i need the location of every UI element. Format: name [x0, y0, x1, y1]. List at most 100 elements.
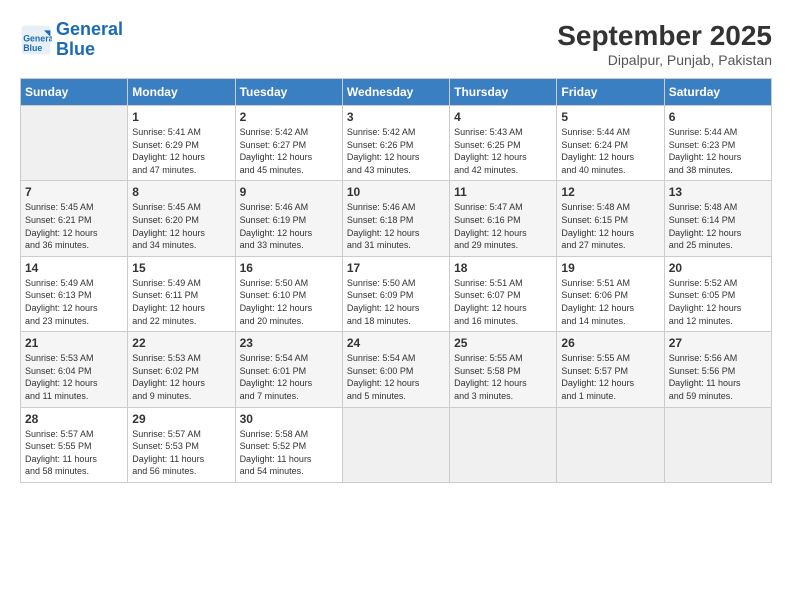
- calendar-cell: 25 Sunrise: 5:55 AM Sunset: 5:58 PM Dayli…: [450, 332, 557, 407]
- day-number: 10: [347, 185, 445, 199]
- calendar-cell: [664, 407, 771, 482]
- weekday-header: Thursday: [450, 79, 557, 106]
- day-number: 22: [132, 336, 230, 350]
- calendar-cell: 28 Sunrise: 5:57 AM Sunset: 5:55 PM Dayli…: [21, 407, 128, 482]
- calendar-week-row: 28 Sunrise: 5:57 AM Sunset: 5:55 PM Dayli…: [21, 407, 772, 482]
- calendar-cell: 15 Sunrise: 5:49 AM Sunset: 6:11 PM Dayli…: [128, 256, 235, 331]
- day-info: Sunrise: 5:46 AM Sunset: 6:18 PM Dayligh…: [347, 201, 445, 251]
- day-number: 23: [240, 336, 338, 350]
- calendar-cell: [450, 407, 557, 482]
- weekday-header: Wednesday: [342, 79, 449, 106]
- title-block: September 2025 Dipalpur, Punjab, Pakista…: [557, 20, 772, 68]
- calendar-cell: [557, 407, 664, 482]
- day-number: 11: [454, 185, 552, 199]
- calendar-header: SundayMondayTuesdayWednesdayThursdayFrid…: [21, 79, 772, 106]
- day-number: 7: [25, 185, 123, 199]
- day-number: 3: [347, 110, 445, 124]
- svg-text:Blue: Blue: [23, 43, 42, 53]
- day-number: 28: [25, 412, 123, 426]
- day-number: 27: [669, 336, 767, 350]
- day-info: Sunrise: 5:43 AM Sunset: 6:25 PM Dayligh…: [454, 126, 552, 176]
- day-info: Sunrise: 5:48 AM Sunset: 6:15 PM Dayligh…: [561, 201, 659, 251]
- calendar-table: SundayMondayTuesdayWednesdayThursdayFrid…: [20, 78, 772, 483]
- day-number: 4: [454, 110, 552, 124]
- day-number: 29: [132, 412, 230, 426]
- calendar-cell: 9 Sunrise: 5:46 AM Sunset: 6:19 PM Daylig…: [235, 181, 342, 256]
- weekday-header: Monday: [128, 79, 235, 106]
- calendar-cell: 20 Sunrise: 5:52 AM Sunset: 6:05 PM Dayli…: [664, 256, 771, 331]
- calendar-cell: [342, 407, 449, 482]
- day-number: 5: [561, 110, 659, 124]
- day-info: Sunrise: 5:49 AM Sunset: 6:11 PM Dayligh…: [132, 277, 230, 327]
- day-number: 9: [240, 185, 338, 199]
- day-info: Sunrise: 5:42 AM Sunset: 6:26 PM Dayligh…: [347, 126, 445, 176]
- day-number: 16: [240, 261, 338, 275]
- calendar-cell: 17 Sunrise: 5:50 AM Sunset: 6:09 PM Dayli…: [342, 256, 449, 331]
- calendar-cell: 21 Sunrise: 5:53 AM Sunset: 6:04 PM Dayli…: [21, 332, 128, 407]
- day-info: Sunrise: 5:51 AM Sunset: 6:06 PM Dayligh…: [561, 277, 659, 327]
- calendar-cell: 23 Sunrise: 5:54 AM Sunset: 6:01 PM Dayli…: [235, 332, 342, 407]
- day-number: 13: [669, 185, 767, 199]
- day-info: Sunrise: 5:58 AM Sunset: 5:52 PM Dayligh…: [240, 428, 338, 478]
- calendar-cell: 5 Sunrise: 5:44 AM Sunset: 6:24 PM Daylig…: [557, 106, 664, 181]
- calendar-cell: 8Sunrise: 5:45 AM Sunset: 6:20 PM Daylig…: [128, 181, 235, 256]
- day-info: Sunrise: 5:42 AM Sunset: 6:27 PM Dayligh…: [240, 126, 338, 176]
- day-info: Sunrise: 5:57 AM Sunset: 5:55 PM Dayligh…: [25, 428, 123, 478]
- weekday-header: Friday: [557, 79, 664, 106]
- day-number: 15: [132, 261, 230, 275]
- day-number: 12: [561, 185, 659, 199]
- logo-line1: General: [56, 19, 123, 39]
- weekday-header: Tuesday: [235, 79, 342, 106]
- day-number: 8: [132, 185, 230, 199]
- calendar-cell: 16Sunrise: 5:50 AM Sunset: 6:10 PM Dayli…: [235, 256, 342, 331]
- day-info: Sunrise: 5:54 AM Sunset: 6:01 PM Dayligh…: [240, 352, 338, 402]
- day-number: 25: [454, 336, 552, 350]
- day-info: Sunrise: 5:49 AM Sunset: 6:13 PM Dayligh…: [25, 277, 123, 327]
- day-info: Sunrise: 5:44 AM Sunset: 6:24 PM Dayligh…: [561, 126, 659, 176]
- day-info: Sunrise: 5:55 AM Sunset: 5:58 PM Dayligh…: [454, 352, 552, 402]
- day-number: 6: [669, 110, 767, 124]
- day-info: Sunrise: 5:54 AM Sunset: 6:00 PM Dayligh…: [347, 352, 445, 402]
- day-info: Sunrise: 5:53 AM Sunset: 6:02 PM Dayligh…: [132, 352, 230, 402]
- header-row: SundayMondayTuesdayWednesdayThursdayFrid…: [21, 79, 772, 106]
- calendar-cell: 22 Sunrise: 5:53 AM Sunset: 6:02 PM Dayli…: [128, 332, 235, 407]
- calendar-week-row: 21 Sunrise: 5:53 AM Sunset: 6:04 PM Dayli…: [21, 332, 772, 407]
- logo-icon: General Blue: [20, 24, 52, 56]
- day-number: 30: [240, 412, 338, 426]
- day-info: Sunrise: 5:56 AM Sunset: 5:56 PM Dayligh…: [669, 352, 767, 402]
- calendar-cell: 29 Sunrise: 5:57 AM Sunset: 5:53 PM Dayli…: [128, 407, 235, 482]
- day-number: 20: [669, 261, 767, 275]
- calendar-cell: 7 Sunrise: 5:45 AM Sunset: 6:21 PM Daylig…: [21, 181, 128, 256]
- logo-line2: Blue: [56, 39, 95, 59]
- calendar-week-row: 1Sunrise: 5:41 AM Sunset: 6:29 PM Daylig…: [21, 106, 772, 181]
- month-title: September 2025: [557, 20, 772, 52]
- day-number: 17: [347, 261, 445, 275]
- day-info: Sunrise: 5:45 AM Sunset: 6:21 PM Dayligh…: [25, 201, 123, 251]
- day-number: 24: [347, 336, 445, 350]
- svg-text:General: General: [23, 33, 52, 43]
- day-info: Sunrise: 5:47 AM Sunset: 6:16 PM Dayligh…: [454, 201, 552, 251]
- calendar-cell: 24 Sunrise: 5:54 AM Sunset: 6:00 PM Dayli…: [342, 332, 449, 407]
- day-info: Sunrise: 5:51 AM Sunset: 6:07 PM Dayligh…: [454, 277, 552, 327]
- day-info: Sunrise: 5:53 AM Sunset: 6:04 PM Dayligh…: [25, 352, 123, 402]
- day-info: Sunrise: 5:44 AM Sunset: 6:23 PM Dayligh…: [669, 126, 767, 176]
- calendar-cell: 6 Sunrise: 5:44 AM Sunset: 6:23 PM Daylig…: [664, 106, 771, 181]
- calendar-cell: 18 Sunrise: 5:51 AM Sunset: 6:07 PM Dayli…: [450, 256, 557, 331]
- day-info: Sunrise: 5:55 AM Sunset: 5:57 PM Dayligh…: [561, 352, 659, 402]
- logo-text: General Blue: [56, 20, 123, 60]
- day-info: Sunrise: 5:41 AM Sunset: 6:29 PM Dayligh…: [132, 126, 230, 176]
- calendar-cell: 14 Sunrise: 5:49 AM Sunset: 6:13 PM Dayli…: [21, 256, 128, 331]
- day-number: 26: [561, 336, 659, 350]
- day-number: 18: [454, 261, 552, 275]
- day-number: 21: [25, 336, 123, 350]
- calendar-cell: 30 Sunrise: 5:58 AM Sunset: 5:52 PM Dayli…: [235, 407, 342, 482]
- day-info: Sunrise: 5:52 AM Sunset: 6:05 PM Dayligh…: [669, 277, 767, 327]
- calendar-cell: 2Sunrise: 5:42 AM Sunset: 6:27 PM Daylig…: [235, 106, 342, 181]
- day-info: Sunrise: 5:57 AM Sunset: 5:53 PM Dayligh…: [132, 428, 230, 478]
- day-info: Sunrise: 5:46 AM Sunset: 6:19 PM Dayligh…: [240, 201, 338, 251]
- day-info: Sunrise: 5:50 AM Sunset: 6:09 PM Dayligh…: [347, 277, 445, 327]
- calendar-cell: 10 Sunrise: 5:46 AM Sunset: 6:18 PM Dayli…: [342, 181, 449, 256]
- logo: General Blue General Blue: [20, 20, 123, 60]
- day-number: 14: [25, 261, 123, 275]
- weekday-header: Saturday: [664, 79, 771, 106]
